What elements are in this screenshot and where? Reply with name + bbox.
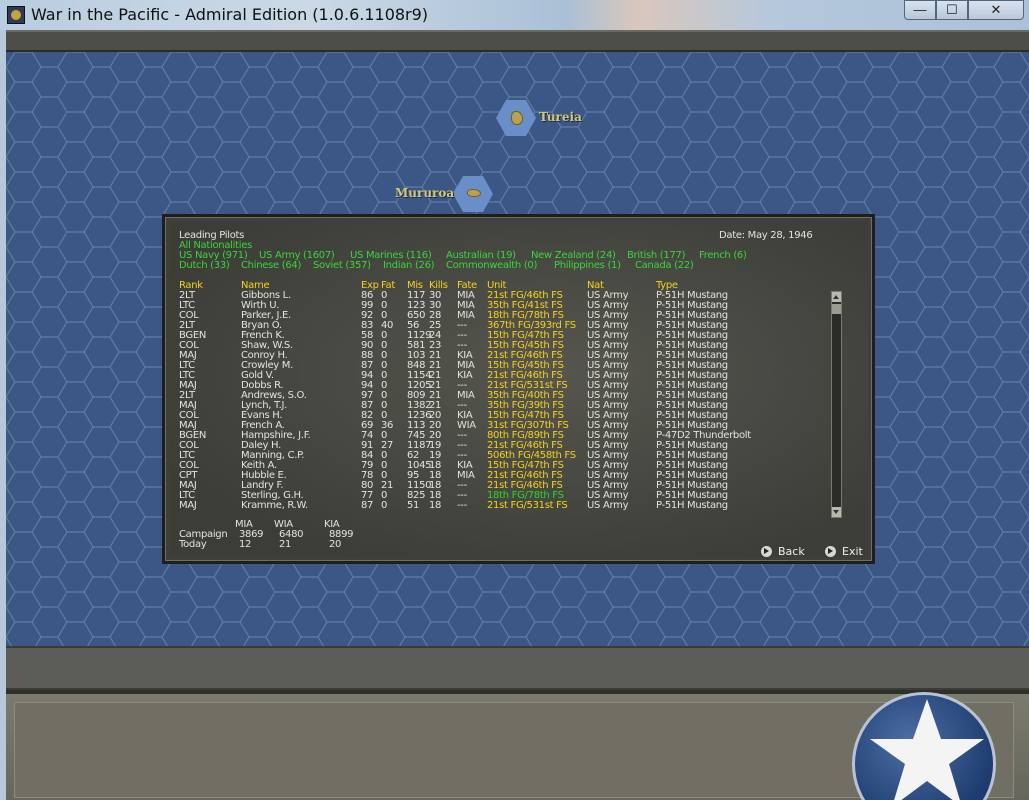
back-button[interactable]: Back [761,545,805,559]
play-arrow-icon [825,546,836,557]
place-label-mururoa: Mururoa [395,186,455,200]
cell-kills: 18 [429,500,442,511]
minimize-button[interactable]: — [904,0,936,20]
scroll-thumb[interactable] [832,304,841,314]
lower-toolbar [6,646,1029,690]
cell-exp: 87 [361,500,374,511]
dialog-date: Date: May 28, 1946 [719,230,813,241]
cell-nat: US Army [587,500,629,511]
table-row[interactable]: MAJ Kramme, R.W. 87 0 51 18 --- 21st FG/531st F… [169,501,868,511]
filter-commonwealth[interactable]: Commonwealth (0) [446,261,537,271]
filter-philippines[interactable]: Philippines (1) [554,261,621,271]
filter-chinese[interactable]: Chinese (64) [241,261,301,271]
filter-canada[interactable]: Canada (22) [635,261,694,271]
island-tureia[interactable] [511,111,523,125]
cell-fate: --- [457,500,467,511]
cell-rank: MAJ [179,500,197,511]
dialog-body: Leading Pilots Date: May 28, 1946 All Na… [169,221,868,559]
scroll-up-arrow[interactable] [832,292,841,302]
filter-soviet[interactable]: Soviet (357) [313,261,371,271]
title-bar[interactable]: War in the Pacific - Admiral Edition (1.… [0,0,1029,30]
play-arrow-icon [761,546,772,557]
cell-fat: 0 [381,500,388,511]
window-title: War in the Pacific - Admiral Edition (1.… [31,5,429,24]
cell-unit: 21st FG/531st FS [487,500,568,511]
back-button-label: Back [778,545,805,558]
cell-name: Kramme, R.W. [241,500,308,511]
exit-button[interactable]: Exit [825,545,863,559]
top-toolbar [6,30,1029,52]
scroll-down-arrow[interactable] [832,507,841,517]
pilot-list-scrollbar[interactable] [831,291,842,518]
close-button[interactable]: ✕ [968,0,1024,20]
filter-dutch[interactable]: Dutch (33) [179,261,230,271]
summary-today-wia: 21 [279,539,292,550]
filter-indian[interactable]: Indian (26) [383,261,435,271]
summary-today-label: Today [179,539,207,550]
leading-pilots-dialog: Leading Pilots Date: May 28, 1946 All Na… [162,214,875,564]
place-label-tureia: Tureia [539,110,582,124]
island-mururoa[interactable] [467,189,481,197]
filter-french[interactable]: French (6) [699,251,747,261]
summary-today-mia: 12 [239,539,252,550]
us-star-emblem-icon [852,692,996,800]
exit-button-label: Exit [842,545,863,558]
summary-today-kia: 20 [329,539,342,550]
cell-mis: 51 [407,500,420,511]
app-icon [7,6,25,24]
maximize-button[interactable]: ☐ [936,0,968,20]
cell-type: P-51H Mustang [656,500,728,511]
